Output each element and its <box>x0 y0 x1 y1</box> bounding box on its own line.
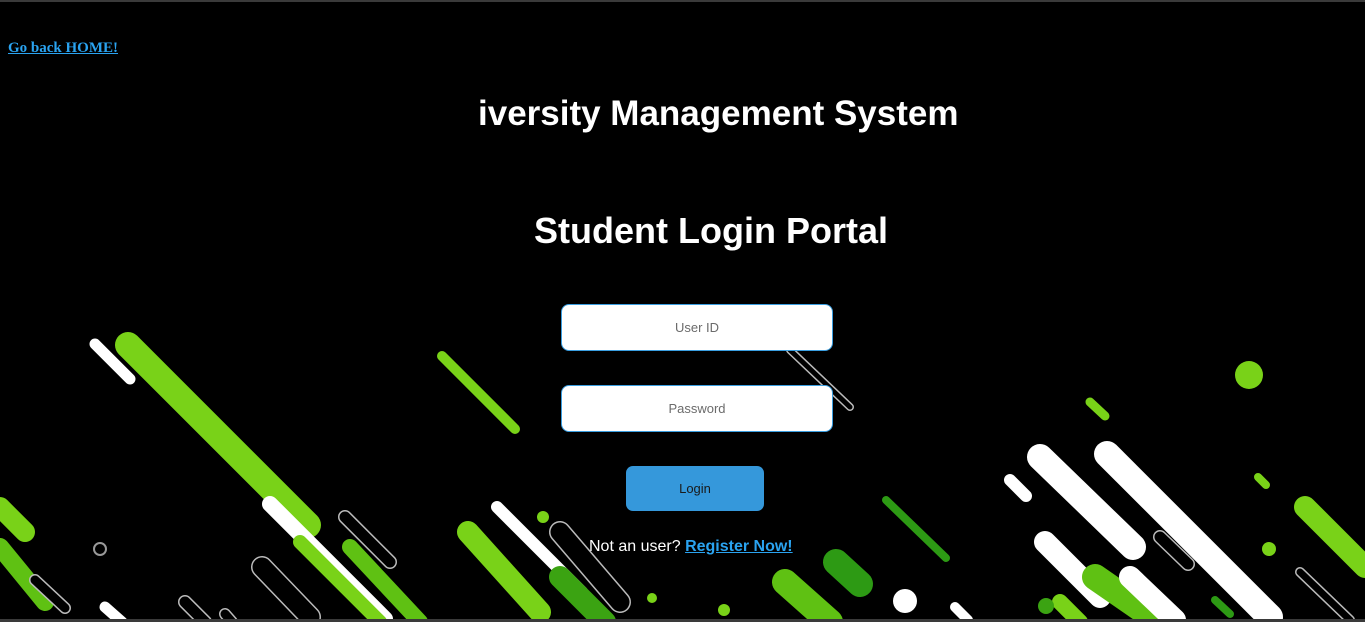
go-back-home-link[interactable]: Go back HOME! <box>8 40 118 57</box>
password-input[interactable] <box>561 385 833 432</box>
user-id-input[interactable] <box>561 304 833 351</box>
register-prompt-text: Not an user? <box>589 538 681 555</box>
login-button[interactable]: Login <box>626 466 764 511</box>
page-title: Student Login Portal <box>534 210 888 251</box>
login-page: Go back HOME! iversity Management System… <box>0 0 1365 622</box>
app-title: iversity Management System <box>478 94 959 133</box>
register-prompt: Not an user? Register Now! <box>589 538 793 556</box>
register-now-link[interactable]: Register Now! <box>685 538 793 555</box>
